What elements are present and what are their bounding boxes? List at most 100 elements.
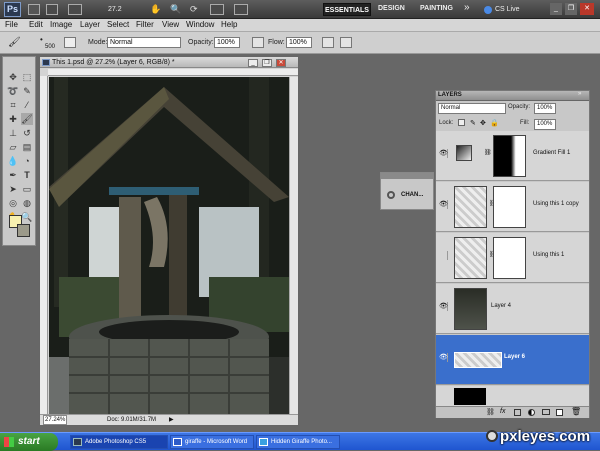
menu-filter[interactable]: Filter: [136, 20, 154, 29]
type-tool-icon[interactable]: T: [21, 169, 33, 181]
layer-visibility-eye-icon[interactable]: 👁: [439, 149, 448, 158]
airbrush-icon[interactable]: [322, 37, 334, 48]
close-app-button[interactable]: ✕: [580, 3, 594, 15]
task-photoshop[interactable]: Adobe Photoshop CS5: [70, 435, 168, 449]
lasso-tool-icon[interactable]: ➰: [7, 85, 19, 97]
document-vertical-scrollbar[interactable]: [289, 77, 298, 414]
layer-row-layer-4[interactable]: 👁 Layer 4: [436, 284, 589, 334]
pxleyes-logo-icon: [486, 430, 498, 442]
start-button[interactable]: start: [0, 433, 58, 451]
flow-field[interactable]: 100%: [286, 37, 312, 48]
channels-label[interactable]: CHAN...: [401, 192, 423, 198]
task-word[interactable]: giraffe - Microsoft Word: [170, 435, 254, 449]
quick-select-icon[interactable]: ✎: [21, 85, 33, 97]
task-browser[interactable]: Hidden Giraffe Photo...: [256, 435, 340, 449]
layer-row-partial[interactable]: [436, 386, 589, 406]
pen-tool-icon[interactable]: ✒: [7, 169, 19, 181]
layer-row-layer-6[interactable]: 👁 Layer 6: [436, 335, 589, 385]
menu-select[interactable]: Select: [107, 20, 129, 29]
lock-position-icon[interactable]: ✥: [480, 119, 486, 127]
healing-brush-icon[interactable]: ✚: [7, 113, 19, 125]
cs-live-button[interactable]: CS Live: [484, 3, 520, 16]
eyedropper-icon[interactable]: ⁄: [21, 99, 33, 111]
layer-row-gradient-fill-1[interactable]: 👁 ⛓ Gradient Fill 1: [436, 131, 589, 181]
layer-row-using-this-1[interactable]: ⛓ Using this 1: [436, 233, 589, 283]
guides-icon[interactable]: [68, 4, 82, 15]
brush-tool-icon[interactable]: 🖌: [21, 113, 33, 125]
layer-visibility-empty-icon[interactable]: [439, 251, 448, 260]
dodge-tool-icon[interactable]: ◔: [21, 155, 33, 167]
menu-view[interactable]: View: [162, 20, 179, 29]
lock-transparency-icon[interactable]: [458, 119, 465, 126]
clone-stamp-icon[interactable]: ⊥: [7, 127, 19, 139]
menu-image[interactable]: Image: [50, 20, 72, 29]
workspace-essentials[interactable]: ESSENTIALS: [323, 3, 371, 16]
rotate-view-icon[interactable]: ⟳: [190, 4, 198, 15]
screen-mode-icon[interactable]: [234, 4, 248, 15]
brush-panel-icon[interactable]: [64, 37, 76, 48]
3d-orbit-icon[interactable]: ◍: [21, 197, 33, 209]
minimize-app-button[interactable]: _: [550, 3, 562, 15]
doc-restore-button[interactable]: ❐: [262, 59, 272, 67]
document-tab[interactable]: This 1.psd @ 27.2% (Layer 6, RGB/8) * _ …: [40, 57, 298, 68]
image-canvas[interactable]: [49, 77, 289, 414]
hand-icon[interactable]: ✋: [150, 4, 161, 15]
lock-all-icon[interactable]: 🔒: [490, 119, 499, 127]
restore-app-button[interactable]: ❐: [565, 3, 577, 15]
history-brush-icon[interactable]: ↺: [21, 127, 33, 139]
blur-tool-icon[interactable]: 💧: [7, 155, 19, 167]
layer-visibility-eye-icon[interactable]: 👁: [439, 200, 448, 209]
workspace-design[interactable]: DESIGN: [378, 5, 405, 12]
mode-select[interactable]: Normal: [107, 37, 181, 48]
doc-close-button[interactable]: ✕: [276, 59, 286, 67]
new-layer-icon[interactable]: [556, 409, 563, 416]
menu-layer[interactable]: Layer: [80, 20, 100, 29]
brush-size-preview[interactable]: •: [40, 35, 43, 44]
3d-rotate-icon[interactable]: ◎: [7, 197, 19, 209]
layer-visibility-eye-icon[interactable]: 👁: [439, 302, 448, 311]
document-zoom-field[interactable]: 27.24%: [43, 415, 67, 425]
workspace-painting[interactable]: PAINTING: [420, 5, 453, 12]
link-layers-icon[interactable]: ⛓: [486, 408, 495, 416]
new-group-folder-icon[interactable]: [542, 409, 550, 415]
doc-minimize-button[interactable]: _: [248, 59, 258, 67]
menu-edit[interactable]: Edit: [29, 20, 43, 29]
more-workspaces-button[interactable]: »: [464, 2, 470, 13]
layer-visibility-eye-icon[interactable]: 👁: [439, 353, 448, 362]
status-menu-arrow-icon[interactable]: ▶: [169, 415, 174, 425]
marquee-tool-icon[interactable]: ⬚: [21, 71, 33, 83]
lock-image-icon[interactable]: ✎: [470, 119, 476, 127]
menu-help[interactable]: Help: [221, 20, 237, 29]
zoom-icon[interactable]: 🔍: [170, 4, 181, 15]
zoom-tool-icon[interactable]: 🔍: [21, 211, 33, 223]
arrange-icon[interactable]: [210, 4, 224, 15]
layers-opacity-label: Opacity:: [508, 104, 531, 110]
channels-panel-header[interactable]: [381, 173, 433, 179]
fx-icon[interactable]: fx: [500, 408, 505, 415]
background-color-swatch[interactable]: [17, 224, 30, 237]
crop-tool-icon[interactable]: ⌗: [7, 99, 19, 111]
layers-opacity-field[interactable]: 100%: [534, 103, 556, 114]
opacity-field[interactable]: 100%: [214, 37, 240, 48]
fill-field[interactable]: 100%: [534, 119, 556, 130]
adjustment-layer-icon[interactable]: [528, 409, 535, 416]
layers-tab[interactable]: LAYERS: [438, 92, 462, 98]
eraser-tool-icon[interactable]: ▱: [7, 141, 19, 153]
brush-tool-icon[interactable]: 🖌: [8, 37, 21, 48]
menu-file[interactable]: File: [5, 20, 18, 29]
gradient-tool-icon[interactable]: ▤: [21, 141, 33, 153]
trash-icon[interactable]: 🗑: [571, 407, 581, 416]
mini-bridge-icon[interactable]: [46, 4, 58, 15]
shape-tool-icon[interactable]: ▭: [21, 183, 33, 195]
pressure-size-icon[interactable]: [340, 37, 352, 48]
pressure-opacity-icon[interactable]: [252, 37, 264, 48]
menu-window[interactable]: Window: [186, 20, 214, 29]
bridge-icon[interactable]: [28, 4, 40, 15]
zoom-level-field[interactable]: 27.2: [108, 4, 136, 15]
layer-row-using-this-1-copy[interactable]: 👁 ⛓ Using this 1 copy: [436, 182, 589, 232]
move-tool-icon[interactable]: ✥: [7, 71, 19, 83]
path-select-icon[interactable]: ➤: [7, 183, 19, 195]
collapse-panel-icon[interactable]: »: [578, 91, 581, 97]
add-mask-icon[interactable]: [514, 409, 521, 416]
blend-mode-select[interactable]: Normal: [438, 103, 506, 114]
